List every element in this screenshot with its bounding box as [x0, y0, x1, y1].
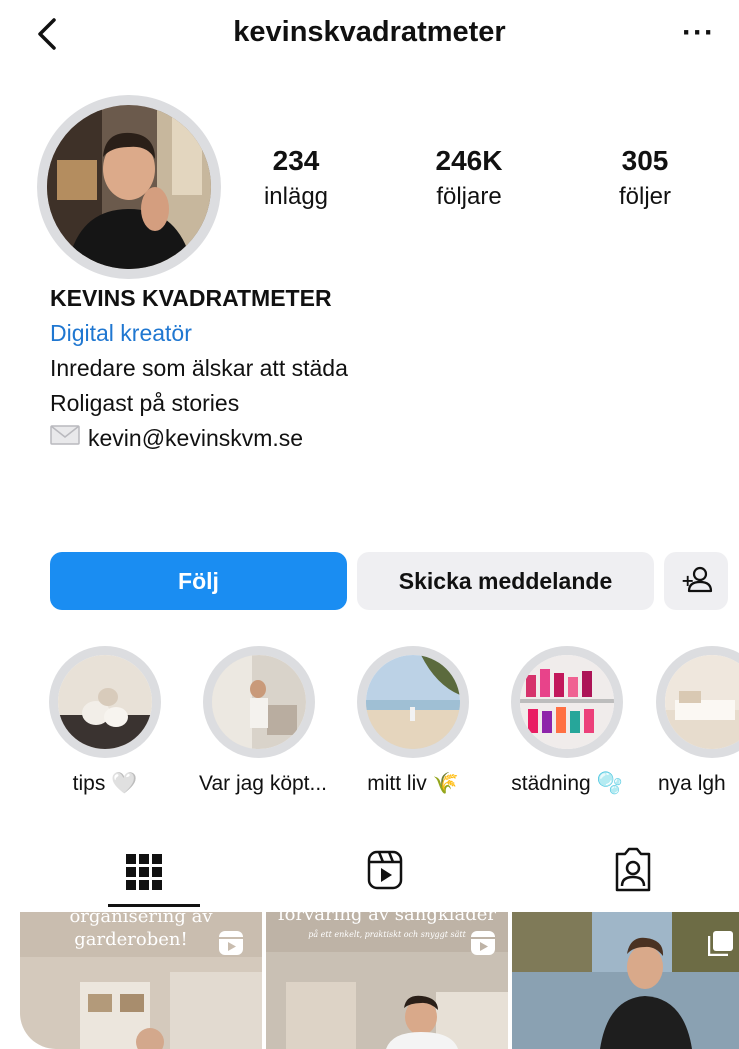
highlight-item[interactable]: nya lgh — [656, 646, 739, 796]
tagged-person-icon — [615, 847, 651, 892]
bio-email-row[interactable]: kevin@kevinskvm.se — [50, 425, 303, 452]
posts-count: 234 — [272, 145, 320, 176]
reel-badge-icon — [218, 930, 244, 961]
highlight-item[interactable]: Var jag köpt... — [199, 646, 328, 796]
highlight-cover — [212, 655, 306, 749]
posts-label: inlägg — [263, 183, 329, 210]
following-count: 305 — [621, 145, 669, 176]
highlight-label: tips 🤍 — [72, 772, 138, 795]
highlight-ring[interactable] — [357, 646, 469, 758]
reel-badge-icon — [470, 930, 496, 961]
followers-count: 246K — [435, 145, 503, 176]
bio-line: Inredare som älskar att städa — [50, 355, 348, 381]
highlight-item[interactable]: tips 🤍 — [45, 646, 165, 796]
tab-tagged[interactable] — [573, 840, 693, 900]
profile-category[interactable]: Digital kreatör — [50, 320, 192, 347]
carousel-badge-icon — [707, 930, 734, 961]
highlight-label: Var jag köpt... — [199, 772, 328, 795]
tab-reels[interactable] — [325, 840, 445, 900]
envelope-icon — [50, 424, 80, 451]
highlight-cover — [366, 655, 460, 749]
bio-line: Roligast på stories — [50, 390, 240, 416]
post-title: förvaring av sängkläder — [277, 912, 497, 925]
avatar[interactable] — [47, 105, 211, 269]
highlight-label: nya lgh — [658, 772, 726, 795]
profile-display-name: KEVINS KVADRATMETER — [50, 285, 332, 311]
message-button[interactable]: Skicka meddelande — [357, 552, 654, 610]
highlight-ring[interactable] — [656, 646, 739, 758]
posts-grid: organisering av garderoben! förvaring av… — [20, 912, 739, 1049]
posts-stat[interactable]: 234 inlägg — [221, 147, 371, 211]
bio-email[interactable]: kevin@kevinskvm.se — [88, 425, 303, 451]
reels-icon — [367, 850, 403, 890]
svg-text:+: + — [681, 571, 694, 590]
highlight-item[interactable]: mitt liv 🌾 — [353, 646, 473, 796]
active-tab-indicator — [108, 904, 200, 907]
highlight-cover — [520, 655, 614, 749]
highlight-label: mitt liv 🌾 — [367, 772, 459, 795]
post-thumbnail[interactable]: organisering av garderoben! — [20, 912, 262, 1049]
more-options-icon[interactable]: ··· — [682, 16, 715, 50]
highlight-cover — [58, 655, 152, 749]
highlight-ring[interactable] — [203, 646, 315, 758]
suggested-users-button[interactable]: + — [664, 552, 728, 610]
highlight-label: städning 🫧 — [511, 772, 623, 795]
highlight-item[interactable]: städning 🫧 — [507, 646, 627, 796]
post-thumbnail[interactable] — [512, 912, 739, 1049]
post-thumbnail[interactable]: förvaring av sängkläder på ett enkelt, p… — [266, 912, 508, 1049]
tab-posts-grid[interactable] — [86, 840, 206, 900]
post-title: organisering av — [69, 912, 213, 927]
follow-button[interactable]: Följ — [50, 552, 347, 610]
add-person-icon: + — [681, 566, 713, 593]
highlight-ring[interactable] — [511, 646, 623, 758]
profile-username: kevinskvadratmeter — [233, 16, 506, 48]
followers-label: följare — [436, 183, 502, 210]
highlight-cover — [665, 655, 739, 749]
following-label: följer — [618, 183, 672, 210]
grid-icon — [126, 854, 162, 890]
highlight-ring[interactable] — [49, 646, 161, 758]
following-stat[interactable]: 305 följer — [570, 147, 720, 211]
followers-stat[interactable]: 246K följare — [394, 147, 544, 211]
